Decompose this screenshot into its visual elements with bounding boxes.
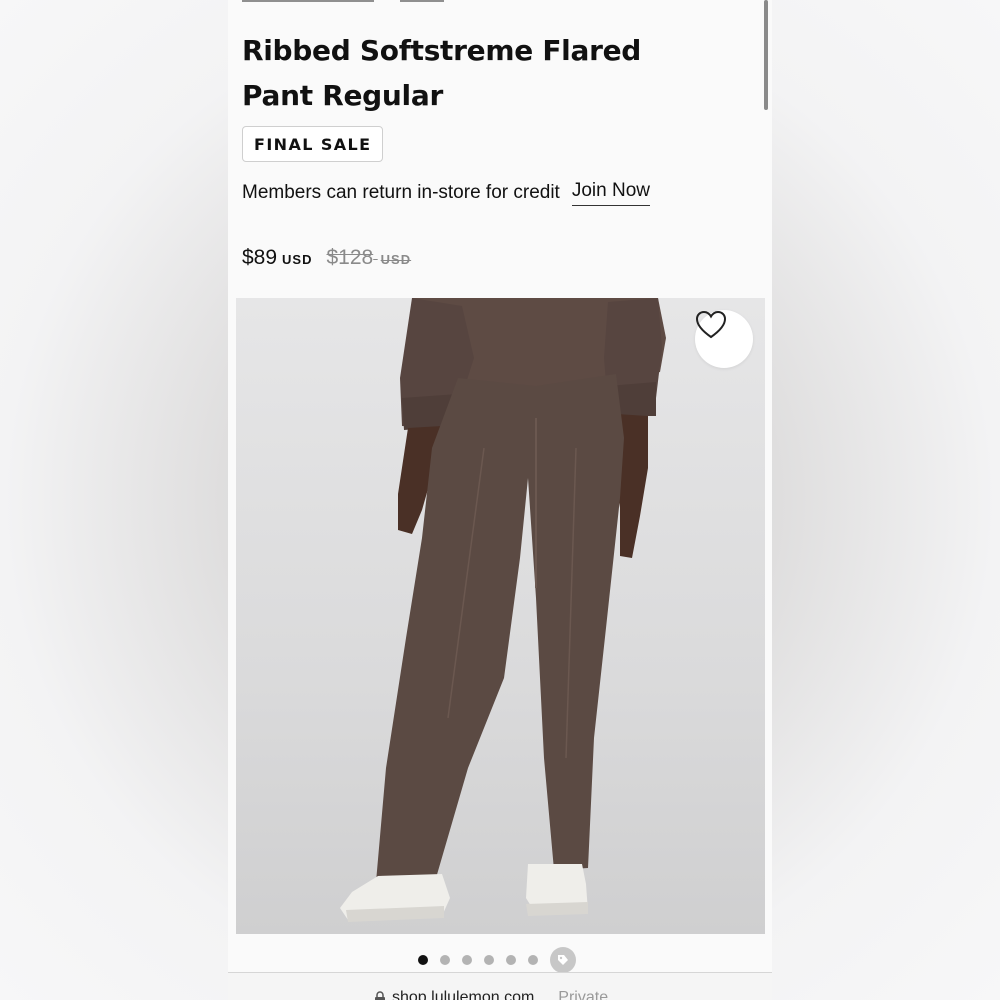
join-now-link[interactable]: Join Now xyxy=(571,180,650,206)
gallery-dot-4[interactable] xyxy=(484,955,494,965)
url-text: shop.lululemon.com xyxy=(392,989,535,1000)
product-title: Ribbed Softstreme Flared Pant Regular xyxy=(242,34,642,112)
original-price-amount: $128 xyxy=(326,246,374,269)
gallery-dot-1[interactable] xyxy=(418,955,428,965)
scrollbar[interactable] xyxy=(764,0,768,110)
original-price-currency: USD xyxy=(380,252,412,267)
heart-outline-icon xyxy=(695,310,727,339)
gallery-dot-2[interactable] xyxy=(440,955,450,965)
pant-illustration xyxy=(340,298,666,922)
price-row: $89 USD $128 USD xyxy=(242,246,411,270)
phone-screen: Ribbed Softstreme Flared Pant Regular FI… xyxy=(228,0,772,1000)
tab-indicator xyxy=(242,0,374,2)
final-sale-badge: FINAL SALE xyxy=(242,126,384,162)
member-return-row: Members can return in-store for credit J… xyxy=(242,178,650,208)
gallery-dot-6[interactable] xyxy=(528,955,538,965)
tab-indicator xyxy=(400,0,444,2)
member-return-text: Members can return in-store for credit xyxy=(242,182,560,203)
tag-icon[interactable] xyxy=(550,947,576,973)
lock-icon xyxy=(375,991,385,1000)
sale-price: $89 xyxy=(242,246,278,269)
top-tab-indicators xyxy=(242,0,462,2)
url-row[interactable]: shop.lululemon.com Private xyxy=(374,989,608,1000)
product-image[interactable] xyxy=(236,298,765,934)
browser-address-bar[interactable]: shop.lululemon.com Private xyxy=(228,972,772,1000)
private-mode-label: Private xyxy=(558,989,609,1000)
gallery-pagination xyxy=(418,947,576,973)
gallery-dot-5[interactable] xyxy=(506,955,516,965)
gallery-dot-3[interactable] xyxy=(462,955,472,965)
sale-price-currency: USD xyxy=(282,252,313,267)
original-price: $128 USD xyxy=(327,246,412,270)
wishlist-button[interactable] xyxy=(695,310,753,368)
